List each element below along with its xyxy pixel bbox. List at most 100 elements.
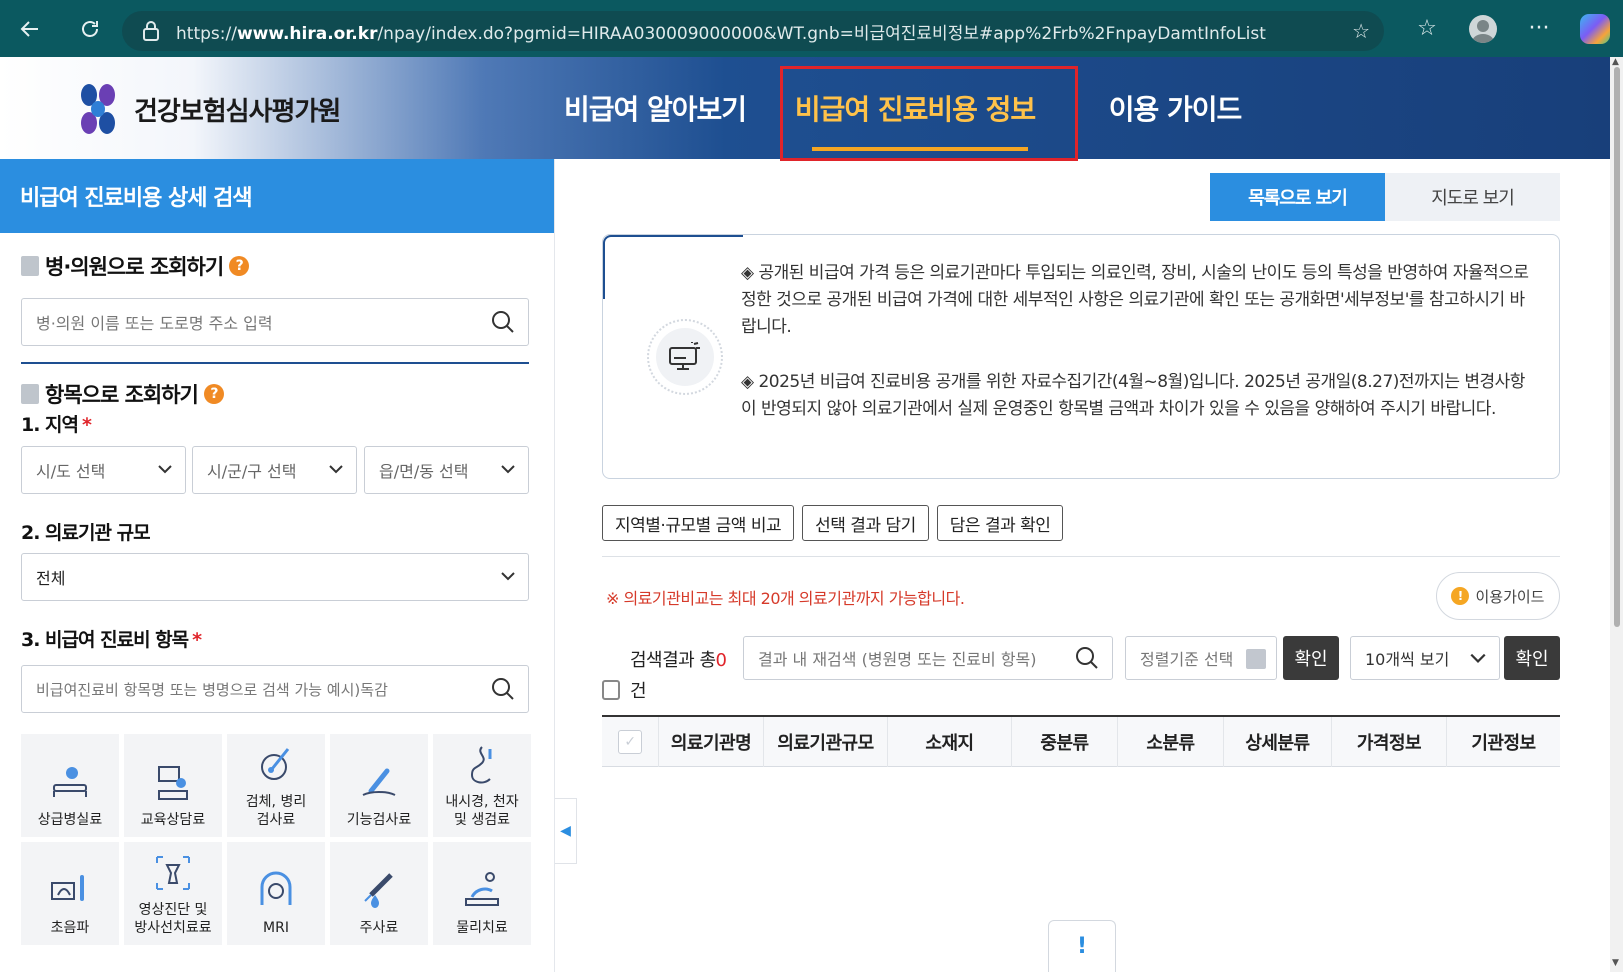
chevron-down-icon bbox=[501, 572, 515, 581]
pathology-test-icon bbox=[261, 748, 290, 780]
search-icon[interactable] bbox=[490, 676, 516, 702]
map-view-button[interactable]: 지도로 보기 bbox=[1385, 173, 1560, 221]
select-all-checkbox[interactable]: ✓ bbox=[618, 730, 642, 754]
item-search-heading: 항목으로 조회하기 ? bbox=[21, 379, 224, 409]
category-function-test[interactable]: 기능검사료 bbox=[330, 734, 428, 837]
save-selection-button[interactable]: 선택 결과 담기 bbox=[802, 505, 929, 541]
favorite-star-icon[interactable]: ☆ bbox=[1352, 19, 1370, 43]
hospital-bed-icon bbox=[53, 767, 87, 797]
back-icon[interactable] bbox=[10, 9, 50, 49]
profile-avatar[interactable] bbox=[1455, 0, 1511, 57]
compare-by-region-button[interactable]: 지역별·규모별 금액 비교 bbox=[602, 505, 795, 541]
item-search-placeholder: 비급여진료비 항목명 또는 병명으로 검색 가능 예시)독감 bbox=[36, 680, 388, 699]
page-size-confirm-button[interactable]: 확인 bbox=[1504, 636, 1560, 680]
nav-noncovered-intro[interactable]: 비급여 알아보기 bbox=[540, 57, 770, 159]
url-text: https://www.hira.or.kr/npay/index.do?pgm… bbox=[176, 23, 1266, 44]
region-label: 1. 지역 * bbox=[21, 414, 92, 436]
column-header[interactable]: 기관정보 bbox=[1446, 717, 1560, 767]
section-divider bbox=[21, 362, 529, 364]
view-saved-button[interactable]: 담은 결과 확인 bbox=[936, 505, 1064, 541]
noncovered-item-label: 3. 비급여 진료비 항목 * bbox=[21, 629, 202, 651]
result-unit: 건 bbox=[602, 677, 647, 703]
monitor-alert-icon bbox=[669, 342, 700, 370]
lock-icon[interactable] bbox=[140, 20, 162, 42]
syringe-icon bbox=[364, 873, 393, 908]
column-header[interactable]: 소재지 bbox=[887, 717, 1011, 767]
category-counseling[interactable]: 교육상담료 bbox=[124, 734, 222, 837]
address-bar[interactable]: https://www.hira.or.kr/npay/index.do?pgm… bbox=[122, 11, 1384, 51]
district-select[interactable]: 읍/면/동 선택 bbox=[364, 446, 529, 494]
chevron-down-icon bbox=[158, 465, 172, 474]
notice-icon-wrap bbox=[647, 319, 723, 395]
column-header[interactable]: 상세분류 bbox=[1223, 717, 1331, 767]
re-search-input[interactable]: 결과 내 재검색 (병원명 또는 진료비 항목) bbox=[743, 636, 1113, 680]
radiology-icon bbox=[156, 856, 190, 890]
scale-label: 2. 의료기관 규모 bbox=[21, 522, 151, 544]
site-logo[interactable]: 건강보험심사평가원 bbox=[78, 83, 341, 135]
browser-toolbar: https://www.hira.or.kr/npay/index.do?pgm… bbox=[0, 0, 1623, 57]
notice-box: ◈ 공개된 비급여 가격 등은 의료기관마다 투입되는 의료인력, 장비, 시술… bbox=[602, 234, 1560, 479]
chevron-down-icon bbox=[329, 465, 343, 474]
building-icon bbox=[21, 256, 39, 276]
function-test-icon bbox=[362, 768, 396, 796]
list-view-button[interactable]: 목록으로 보기 bbox=[1210, 173, 1385, 221]
copilot-icon[interactable] bbox=[1567, 0, 1623, 57]
document-icon bbox=[602, 680, 620, 700]
chevron-down-icon bbox=[501, 465, 515, 474]
physical-therapy-icon bbox=[465, 872, 499, 906]
document-icon bbox=[21, 384, 39, 404]
action-buttons: 지역별·규모별 금액 비교 선택 결과 담기 담은 결과 확인 bbox=[602, 505, 1064, 541]
hira-logo-icon bbox=[78, 83, 118, 135]
category-endoscopy[interactable]: 내시경, 천자 및 생검료 bbox=[433, 734, 531, 837]
category-mri[interactable]: MRI bbox=[227, 842, 325, 945]
info-icon: ! bbox=[1451, 587, 1470, 605]
ultrasound-icon bbox=[51, 875, 84, 901]
category-radiology[interactable]: 영상진단 및 방사선치료료 bbox=[124, 842, 222, 945]
category-physical-therapy[interactable]: 물리치료 bbox=[433, 842, 531, 945]
category-injection[interactable]: 주사료 bbox=[330, 842, 428, 945]
hospital-scale-select[interactable]: 전체 bbox=[21, 553, 529, 601]
column-header[interactable]: 의료기관명 bbox=[658, 717, 763, 767]
panel-collapse-button[interactable]: ◀ bbox=[555, 798, 577, 864]
column-header[interactable]: 소분류 bbox=[1117, 717, 1223, 767]
favorites-icon[interactable]: ☆ bbox=[1399, 0, 1455, 57]
noncovered-item-input[interactable]: 비급여진료비 항목명 또는 병명으로 검색 가능 예시)독감 bbox=[21, 665, 529, 713]
select-all-cell: ✓ bbox=[602, 717, 658, 767]
scroll-down-icon[interactable]: ▼ bbox=[1612, 958, 1619, 968]
usage-guide-button[interactable]: ! 이용가이드 bbox=[1436, 572, 1560, 620]
city-select[interactable]: 시/군/구 선택 bbox=[192, 446, 357, 494]
hospital-search-input[interactable]: 병·의원 이름 또는 도로명 주소 입력 bbox=[21, 298, 529, 346]
hospital-heading-text: 병·의원으로 조회하기 bbox=[45, 255, 224, 279]
sort-select[interactable]: 정렬기준 선택 bbox=[1125, 636, 1277, 680]
help-icon[interactable]: ? bbox=[203, 384, 224, 404]
list-icon bbox=[1246, 649, 1266, 669]
view-toggle: 목록으로 보기 지도로 보기 bbox=[1210, 173, 1560, 221]
sort-confirm-button[interactable]: 확인 bbox=[1283, 636, 1339, 680]
hospital-search-heading: 병·의원으로 조회하기 ? bbox=[21, 251, 250, 281]
panel-title: 비급여 진료비용 상세 검색 bbox=[0, 159, 554, 233]
notice-accent bbox=[603, 235, 743, 299]
search-icon[interactable] bbox=[490, 309, 516, 335]
alert-tab-button[interactable]: ! bbox=[1048, 920, 1116, 972]
endoscope-icon bbox=[470, 746, 492, 784]
column-header[interactable]: 중분류 bbox=[1011, 717, 1117, 767]
results-table-header: ✓ 의료기관명 의료기관규모 소재지 중분류 소분류 상세분류 가격정보 기관정… bbox=[602, 715, 1560, 767]
category-ultrasound[interactable]: 초음파 bbox=[21, 842, 119, 945]
category-pathology[interactable]: 검체, 병리 검사료 bbox=[227, 734, 325, 837]
refresh-icon[interactable] bbox=[70, 9, 110, 49]
more-menu-icon[interactable]: ··· bbox=[1511, 0, 1567, 57]
scroll-up-icon[interactable]: ▲ bbox=[1612, 57, 1619, 67]
column-header[interactable]: 가격정보 bbox=[1331, 717, 1446, 767]
help-icon[interactable]: ? bbox=[229, 256, 250, 276]
page-scrollbar[interactable]: ▲ ▼ bbox=[1610, 57, 1623, 972]
scrollbar-thumb[interactable] bbox=[1614, 67, 1620, 627]
column-header[interactable]: 의료기관규모 bbox=[763, 717, 887, 767]
comparison-limit-notice: ※ 의료기관비교는 최대 20개 의료기관까지 가능합니다. bbox=[606, 589, 965, 608]
category-hospital-room[interactable]: 상급병실료 bbox=[21, 734, 119, 837]
nav-usage-guide[interactable]: 이용 가이드 bbox=[1060, 57, 1290, 159]
item-heading-text: 항목으로 조회하기 bbox=[45, 383, 199, 407]
result-count: 검색결과 총0 bbox=[630, 650, 727, 671]
page-size-select[interactable]: 10개씩 보기 bbox=[1350, 636, 1500, 680]
search-icon[interactable] bbox=[1074, 645, 1100, 671]
province-select[interactable]: 시/도 선택 bbox=[21, 446, 186, 494]
